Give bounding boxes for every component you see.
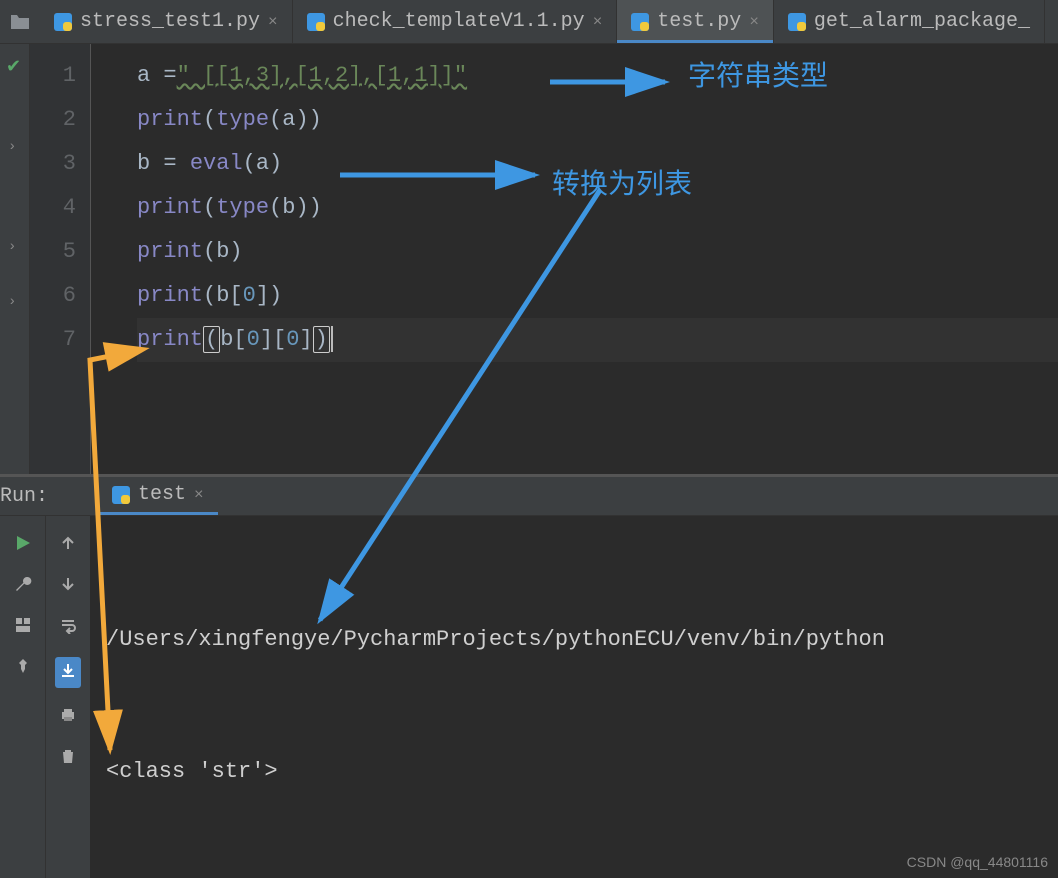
soft-wrap-icon[interactable]: [59, 616, 77, 639]
python-file-icon: [631, 13, 649, 31]
run-label: Run:: [0, 485, 58, 508]
print-icon[interactable]: [59, 706, 77, 729]
editor-tab-bar: stress_test1.py × check_templateV1.1.py …: [0, 0, 1058, 44]
fold-caret-icon[interactable]: ›: [8, 139, 16, 155]
trash-icon[interactable]: [59, 747, 77, 770]
layout-icon[interactable]: [14, 616, 32, 639]
line-number: 7: [30, 318, 76, 362]
python-file-icon: [788, 13, 806, 31]
console-line: <class 'str'>: [106, 750, 1058, 794]
run-toolbar-right: [45, 516, 90, 878]
fold-caret-icon[interactable]: ›: [8, 239, 16, 255]
wrench-icon[interactable]: [14, 575, 32, 598]
tab-check-template[interactable]: check_templateV1.1.py ×: [293, 0, 618, 43]
python-file-icon: [307, 13, 325, 31]
tab-test[interactable]: test.py ×: [617, 0, 774, 43]
line-number: 1: [30, 54, 76, 98]
line-number: 2: [30, 98, 76, 142]
console-output[interactable]: /Users/xingfengye/PycharmProjects/python…: [90, 516, 1058, 878]
python-file-icon: [112, 486, 130, 504]
watermark: CSDN @qq_44801116: [907, 854, 1048, 870]
tab-label: test.py: [657, 10, 741, 33]
close-icon[interactable]: ×: [593, 13, 603, 31]
line-number: 4: [30, 186, 76, 230]
tab-stress-test[interactable]: stress_test1.py ×: [40, 0, 293, 43]
run-tab-test[interactable]: test ×: [98, 477, 218, 515]
scroll-to-end-icon[interactable]: [55, 657, 81, 688]
run-toolbar-left: [0, 516, 45, 878]
project-folder-icon[interactable]: [0, 0, 40, 43]
console-line: /Users/xingfengye/PycharmProjects/python…: [106, 618, 1058, 662]
close-icon[interactable]: ×: [749, 13, 759, 31]
line-number-gutter: 1 2 3 4 5 6 7: [30, 44, 90, 474]
arrow-down-icon[interactable]: [59, 575, 77, 598]
python-file-icon: [54, 13, 72, 31]
line-number: 5: [30, 230, 76, 274]
run-tool-window: Run: test ×: [0, 474, 1058, 878]
checkmark-icon: ✔: [6, 56, 21, 78]
code-editor[interactable]: a =" [[1,3],[1,2],[1,1]]" print(type(a))…: [90, 44, 1058, 474]
editor-area: ✔ › › › 1 2 3 4 5 6 7 a =" [[1,3],[1,2],…: [0, 44, 1058, 474]
tab-get-alarm[interactable]: get_alarm_package_: [774, 0, 1045, 43]
line-number: 3: [30, 142, 76, 186]
text-caret: [331, 326, 333, 352]
fold-caret-icon[interactable]: ›: [8, 294, 16, 310]
arrow-up-icon[interactable]: [59, 534, 77, 557]
pin-icon[interactable]: [14, 657, 32, 680]
close-icon[interactable]: ×: [194, 486, 204, 504]
tab-label: stress_test1.py: [80, 10, 260, 33]
tab-label: get_alarm_package_: [814, 10, 1030, 33]
left-gutter: ✔ › › ›: [0, 44, 30, 474]
tab-label: check_templateV1.1.py: [333, 10, 585, 33]
run-icon[interactable]: [14, 534, 32, 557]
line-number: 6: [30, 274, 76, 318]
run-tab-label: test: [138, 483, 186, 506]
close-icon[interactable]: ×: [268, 13, 278, 31]
